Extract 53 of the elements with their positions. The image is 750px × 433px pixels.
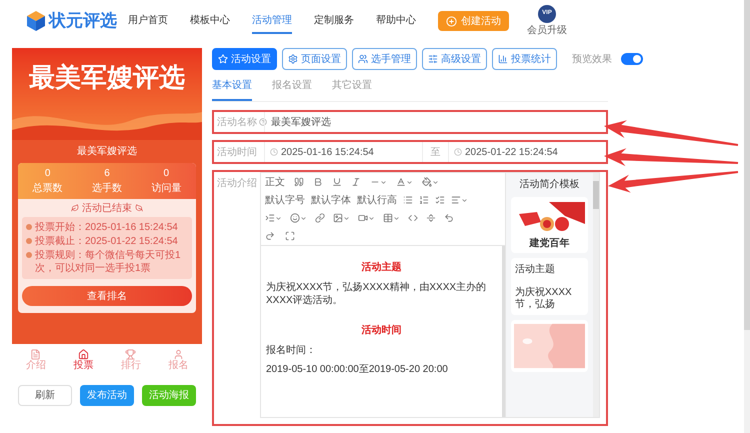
vip-upgrade-label: 会员升级 [527,24,567,38]
settings-tab-button[interactable]: 投票统计 [492,48,557,70]
action-button[interactable]: 刷新 [18,385,72,406]
start-time-field[interactable]: 2025-01-16 15:24:54 [264,142,422,162]
settings-tab-button[interactable]: 高级设置 [422,48,487,70]
template-card[interactable]: 活动主题 为庆祝XXXX节，弘扬 [511,258,588,315]
stat-value: 6 [104,167,110,181]
stat-label: 总票数 [32,182,63,196]
logo-text: 状元评选 [49,10,117,32]
field-label: 活动名称 [217,116,257,130]
template-panel-title: 活动简介模板 [520,178,580,192]
stat-value: 0 [164,167,170,181]
content-paragraph: 2019-05-10 00:00:00至2019-05-20 20:00 [266,363,449,376]
settings-tab-button[interactable]: 活动设置 [212,48,277,70]
template-title: 活动主题 [515,262,556,277]
stat-value: 0 [44,167,50,181]
bottom-nav-tab[interactable]: 投票 [60,348,107,372]
banner-title: 最美军嫂评选 [29,61,185,94]
content-heading: 活动主题 [360,260,402,275]
template-snippet: 为庆祝XXXX节，弘扬 [515,287,573,311]
content-paragraph: 为庆祝XXXX节，弘扬XXXX精神，由XXXX主办的XXXX评选活动。 [266,281,488,307]
content-heading: 活动时间 [360,324,402,338]
status-text: 活动已结束 [82,202,132,216]
dropdown-select[interactable]: 正文 [265,174,285,190]
nav-link[interactable]: 模板中心 [190,8,230,34]
dropdown-select[interactable]: 默认字号 [265,192,305,208]
end-time-field[interactable]: 2025-01-22 15:24:54 [448,142,606,162]
dropdown-select[interactable]: 默认行高 [357,192,397,208]
nav-link[interactable]: 帮助中心 [376,8,416,34]
stat-label: 选手数 [92,182,122,196]
settings-tab-button[interactable]: 选手管理 [352,48,417,70]
preview-label: 预览效果 [572,52,612,66]
nav-link[interactable]: 定制服务 [314,8,354,34]
settings-tab-button[interactable]: 页面设置 [282,48,347,70]
info-text: 投票截止：2025-01-22 15:24:54 [35,235,178,248]
field-label: 活动介绍 [217,177,257,191]
dropdown-select[interactable]: 默认字体 [311,192,351,208]
form-tab[interactable]: 其它设置 [332,78,372,101]
template-card[interactable]: 建党百年 [511,197,588,253]
info-text: 投票规则：每个微信号每天可投1次，可以对同一选手投1票 [35,249,182,275]
nav-link[interactable]: 用户首页 [128,8,168,34]
form-tab[interactable]: 基本设置 [212,78,252,101]
info-text: 投票开始：2025-01-16 15:24:54 [35,221,178,234]
view-ranking-button[interactable]: 查看排名 [22,286,192,306]
range-separator: 至 [430,146,440,160]
action-button[interactable]: 发布活动 [80,385,134,406]
field-label: 活动时间 [217,146,257,160]
template-caption: 建党百年 [530,238,570,250]
stat-label: 访问量 [151,182,182,196]
form-tab[interactable]: 报名设置 [272,78,312,101]
content-paragraph: 报名时间： [266,344,317,357]
subtitle-text: 最美军嫂评选 [77,144,137,159]
nav-link[interactable]: 活动管理 [252,8,292,34]
